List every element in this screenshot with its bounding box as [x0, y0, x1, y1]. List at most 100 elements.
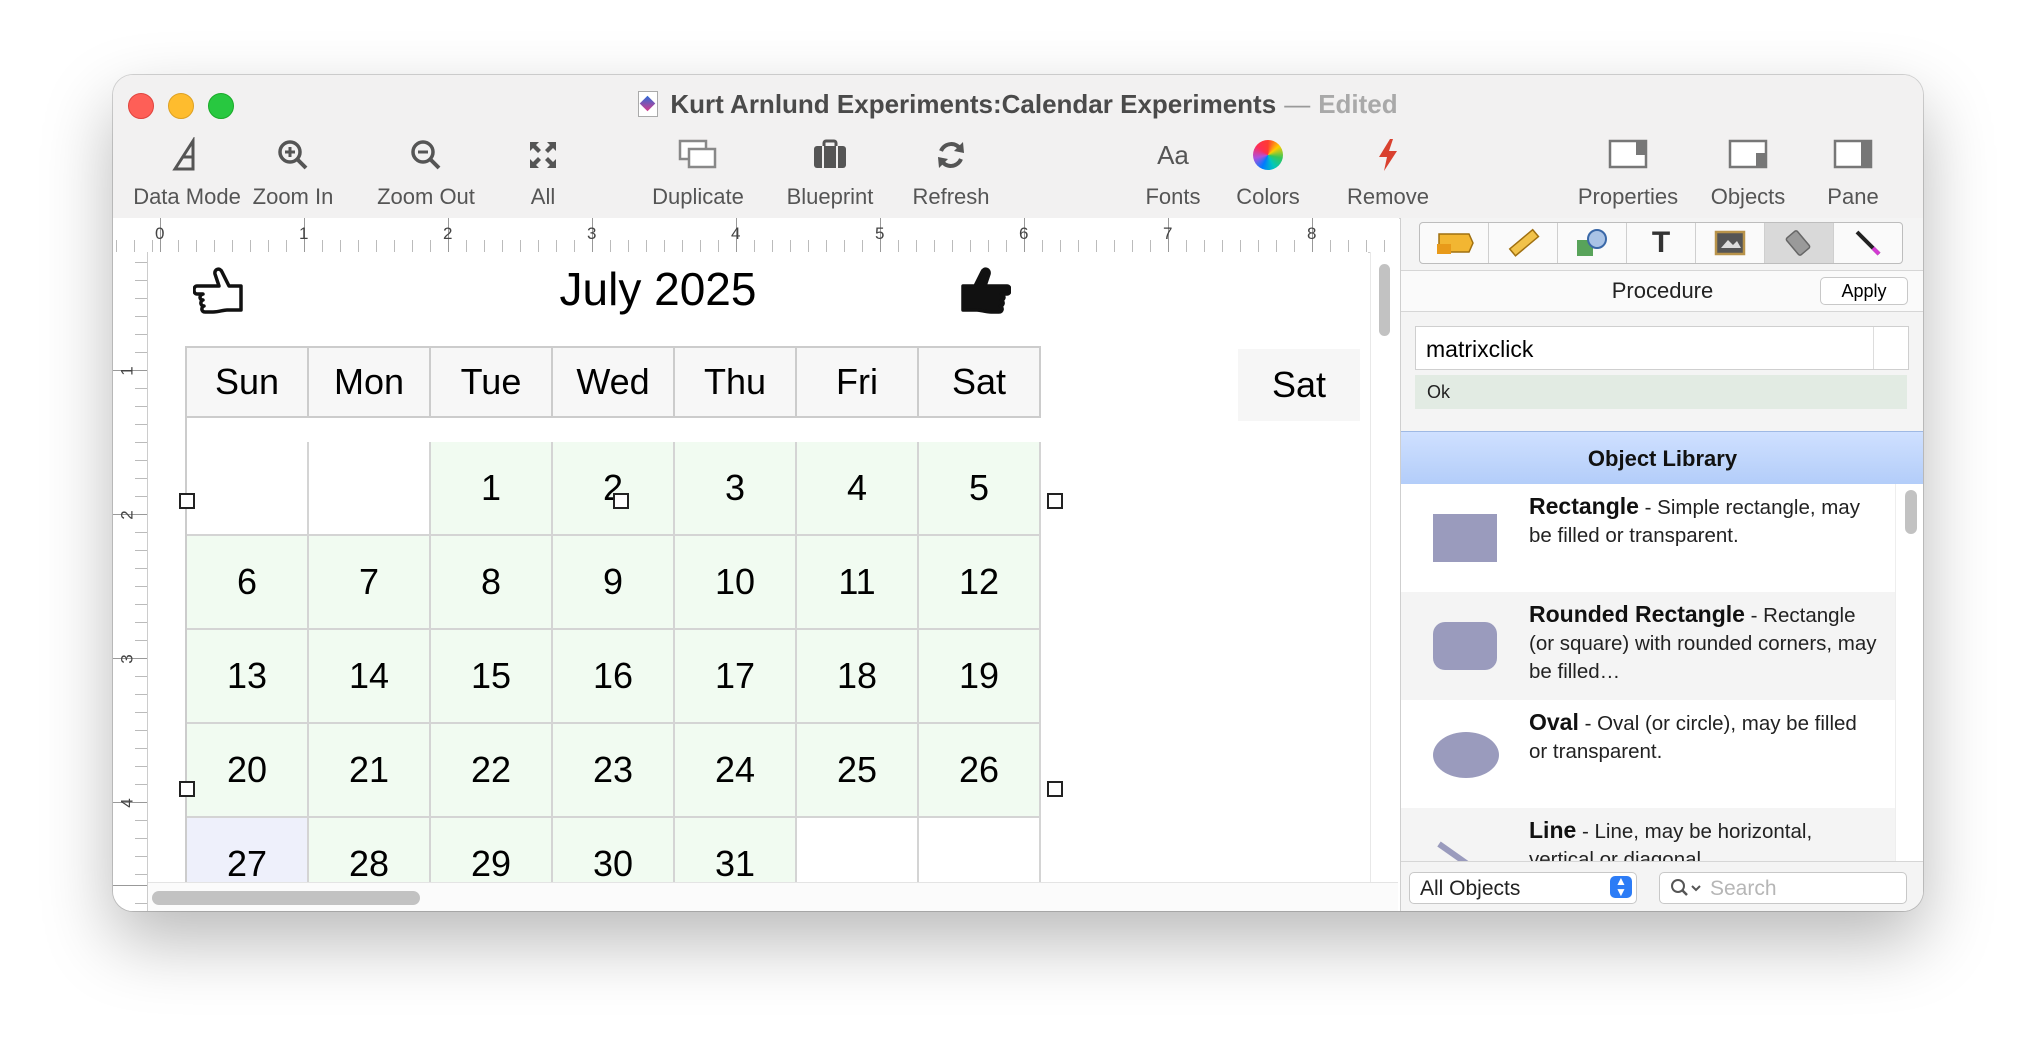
briefcase-icon [814, 139, 846, 168]
pane-button[interactable]: Pane [1813, 130, 1893, 210]
library-search-field[interactable]: Search [1659, 872, 1907, 904]
app-window: Kurt Arnlund Experiments:Calendar Experi… [113, 75, 1923, 911]
library-item-text: Line - Line, may be horizontal, vertical… [1529, 816, 1879, 861]
duplicate-label: Duplicate [652, 184, 744, 209]
colors-button[interactable]: Colors [1228, 130, 1308, 210]
day-cell[interactable]: 2 [553, 442, 675, 536]
day-cell[interactable]: 26 [919, 724, 1041, 818]
scroll-thumb[interactable] [152, 891, 420, 905]
day-cell[interactable]: 11 [797, 536, 919, 630]
day-cell[interactable]: 9 [553, 536, 675, 630]
library-scrollbar[interactable] [1895, 484, 1923, 861]
zoom-out-label: Zoom Out [377, 184, 475, 209]
data-mode-button[interactable]: Data Mode [127, 130, 247, 210]
list-item[interactable]: Line - Line, may be horizontal, vertical… [1401, 808, 1895, 861]
tab-procedures[interactable] [1765, 223, 1834, 263]
pane-tab-bar: T [1419, 222, 1903, 264]
day-cell[interactable]: 13 [187, 630, 309, 724]
selection-handle[interactable] [1047, 493, 1063, 509]
canvas-horizontal-scrollbar[interactable] [148, 882, 1398, 911]
blueprint-button[interactable]: Blueprint [775, 130, 885, 210]
fonts-button[interactable]: Aa Fonts [1133, 130, 1213, 210]
duplicate-button[interactable]: Duplicate [633, 130, 763, 210]
tab-ruler[interactable] [1489, 223, 1558, 263]
zoom-out-button[interactable]: Zoom Out [366, 130, 486, 210]
calendar-month-title: July 2025 [559, 263, 757, 315]
list-item[interactable]: Rounded Rectangle - Rectangle (or square… [1401, 592, 1895, 700]
data-mode-icon [172, 137, 195, 171]
day-cell[interactable]: 17 [675, 630, 797, 724]
day-cell[interactable] [797, 818, 919, 882]
list-item[interactable]: Oval - Oval (or circle), may be filled o… [1401, 700, 1895, 808]
objects-button[interactable]: Objects [1698, 130, 1798, 210]
selection-handle[interactable] [1047, 781, 1063, 797]
canvas-vertical-scrollbar[interactable] [1370, 252, 1399, 882]
day-cell[interactable]: 4 [797, 442, 919, 536]
day-cell[interactable]: 10 [675, 536, 797, 630]
day-cell[interactable]: 20 [187, 724, 309, 818]
day-cell[interactable]: 31 [675, 818, 797, 882]
layout-canvas[interactable]: July 2025 Sun Mon Tue Wed Thu Fri Sat 1 … [148, 252, 1368, 882]
zoom-in-button[interactable]: Zoom In [243, 130, 343, 210]
tab-shapes[interactable] [1558, 223, 1627, 263]
day-cell[interactable]: 18 [797, 630, 919, 724]
list-item[interactable]: Rectangle - Simple rectangle, may be fil… [1401, 484, 1895, 592]
selection-handle[interactable] [179, 493, 195, 509]
day-cell[interactable]: 28 [309, 818, 431, 882]
remove-button[interactable]: Remove [1328, 130, 1448, 210]
day-cell[interactable]: 6 [187, 536, 309, 630]
selection-handle[interactable] [613, 493, 629, 509]
day-cell[interactable]: 24 [675, 724, 797, 818]
day-cell[interactable]: 3 [675, 442, 797, 536]
day-cell[interactable]: 1 [431, 442, 553, 536]
fonts-icon: Aa [1157, 139, 1189, 170]
zoom-all-button[interactable]: All [513, 130, 573, 210]
scroll-thumb[interactable] [1379, 264, 1390, 336]
day-cell[interactable] [309, 442, 431, 536]
day-cell[interactable]: 12 [919, 536, 1041, 630]
day-cell[interactable]: 23 [553, 724, 675, 818]
tab-text[interactable]: T [1627, 223, 1696, 263]
ruler-label: 2 [117, 510, 137, 520]
procedure-value: matrixclick [1426, 336, 1534, 362]
day-cell[interactable]: 19 [919, 630, 1041, 724]
day-cell[interactable]: 15 [431, 630, 553, 724]
tab-wand[interactable] [1834, 223, 1902, 263]
day-cell[interactable]: 22 [431, 724, 553, 818]
properties-button[interactable]: Properties [1563, 130, 1693, 210]
selection-handle[interactable] [179, 781, 195, 797]
procedure-field-accessory[interactable] [1873, 327, 1908, 369]
day-cell[interactable] [919, 818, 1041, 882]
day-cell[interactable]: 21 [309, 724, 431, 818]
procedure-field[interactable]: matrixclick [1415, 326, 1909, 370]
refresh-button[interactable]: Refresh [901, 130, 1001, 210]
tab-image[interactable] [1696, 223, 1765, 263]
day-cell[interactable]: 30 [553, 818, 675, 882]
previous-month-hand-icon[interactable] [193, 264, 249, 316]
apply-button[interactable]: Apply [1820, 277, 1908, 305]
day-cell[interactable]: 29 [431, 818, 553, 882]
day-cell[interactable] [187, 442, 309, 536]
library-item-text: Oval - Oval (or circle), may be filled o… [1529, 708, 1879, 766]
day-cell[interactable]: 25 [797, 724, 919, 818]
library-item-name: Rectangle [1529, 493, 1639, 519]
day-cell[interactable]: 7 [309, 536, 431, 630]
day-cell[interactable]: 8 [431, 536, 553, 630]
tab-form[interactable] [1420, 223, 1489, 263]
day-header: Fri [797, 348, 919, 418]
library-item-name: Oval [1529, 709, 1579, 735]
blueprint-label: Blueprint [786, 184, 874, 209]
weekday-label-object[interactable]: Sat [1238, 349, 1360, 421]
data-mode-label: Data Mode [133, 184, 241, 209]
day-cell[interactable]: 5 [919, 442, 1041, 536]
ruler-label: 6 [1019, 224, 1029, 243]
day-cell[interactable]: 16 [553, 630, 675, 724]
library-filter-bar: All Objects ▲ ▼ Search [1401, 861, 1923, 911]
scroll-thumb[interactable] [1905, 490, 1917, 534]
day-cell-today[interactable]: 27 [187, 818, 309, 882]
horizontal-ruler: 0 1 2 3 4 5 6 7 8 [113, 218, 1399, 253]
next-month-hand-icon[interactable] [955, 264, 1011, 316]
day-header: Sun [187, 348, 309, 418]
day-cell[interactable]: 14 [309, 630, 431, 724]
object-filter-select[interactable]: All Objects ▲ ▼ [1409, 872, 1637, 904]
